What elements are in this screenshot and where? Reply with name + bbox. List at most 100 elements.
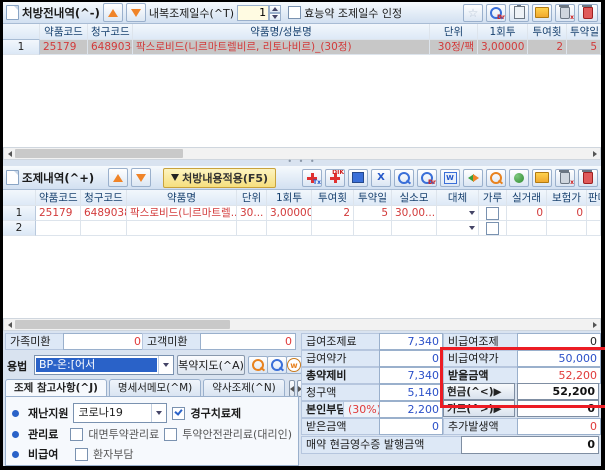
move-up-button[interactable] xyxy=(103,3,123,22)
scroll-left-icon[interactable] xyxy=(4,149,15,158)
tab-dispense-notes[interactable]: 조제 참고사항(^J) xyxy=(5,379,107,397)
search-add-button[interactable] xyxy=(394,169,414,187)
oral-treatment-label: 경구치료제 xyxy=(190,405,241,421)
face-to-face-checkbox[interactable] xyxy=(70,428,83,441)
delete-all-button[interactable] xyxy=(578,169,598,187)
col-times: 투여횟 xyxy=(528,24,567,40)
w-circle-icon: w xyxy=(287,358,301,372)
drug-search-button[interactable]: Dr xyxy=(486,4,506,22)
substitute-dropdown-icon[interactable] xyxy=(469,226,475,230)
claim-amount-label: 청구액 xyxy=(301,384,387,401)
card-button[interactable]: 카드(^>)▶ xyxy=(443,400,515,417)
tab-statement-memo[interactable]: 명세서메모(^M) xyxy=(109,379,201,397)
trash-icon xyxy=(560,7,570,19)
medication-guide-button[interactable]: 복약지도(^A) xyxy=(177,355,245,375)
customer-unpaid-label: 고객미환 xyxy=(142,333,204,350)
clipboard-icon xyxy=(514,6,525,19)
usage-search-w-button[interactable] xyxy=(267,356,287,374)
trash-all-icon xyxy=(583,172,593,184)
splitter-handle[interactable]: • • • xyxy=(3,159,601,166)
dispense-hscrollbar[interactable] xyxy=(3,318,601,331)
dropdown-chevron-icon xyxy=(151,404,166,422)
window-button[interactable]: W xyxy=(440,169,460,187)
swap-button[interactable] xyxy=(463,169,483,187)
dose-days-stepper[interactable] xyxy=(237,5,281,21)
tab-pharmacist-dispense[interactable]: 약사조제(^N) xyxy=(203,379,285,397)
usage-combobox[interactable]: BP-온:[어서 xyxy=(34,355,174,375)
powder-checkbox[interactable] xyxy=(486,222,499,235)
document-icon xyxy=(6,170,19,185)
dispense-row[interactable]: 1 25179 648903860 팍스로비드(니르마트렐... 30... 3… xyxy=(3,206,601,221)
scroll-right-icon[interactable] xyxy=(589,149,600,158)
oral-treatment-checkbox[interactable] xyxy=(172,407,185,420)
dispense-table: 약품코드 청구코드 약품명 단위 1회투 투여횟 투약일 실소모 대체 가루 실… xyxy=(3,189,601,319)
col-sale-price: 판마 xyxy=(587,190,601,206)
col-dose: 1회투 xyxy=(267,190,312,206)
search-doc-button[interactable] xyxy=(486,169,506,187)
col-times: 투여횟 xyxy=(312,190,354,206)
col-dose: 1회투 xyxy=(478,24,528,40)
usage-label: 용법 xyxy=(7,358,27,374)
prescription-title: 처방전내역(^-) xyxy=(22,5,100,21)
drug-search-button[interactable]: Dr xyxy=(417,169,437,187)
cell-drug-name: 팍스로비드(니르마트렐비르, 리토나비르)_(30정) xyxy=(133,40,430,55)
cash-button[interactable]: 현금(^<)▶ xyxy=(443,383,515,400)
scroll-left-icon[interactable] xyxy=(4,320,15,329)
dispense-row-empty[interactable]: 2 xyxy=(3,221,601,236)
dispense-title: 조제내역(^+) xyxy=(22,170,94,186)
copy-button[interactable] xyxy=(509,4,529,22)
delete-row-button[interactable]: x xyxy=(555,169,575,187)
substitute-dropdown-icon[interactable] xyxy=(469,211,475,215)
book-icon xyxy=(535,172,549,183)
family-unpaid-value: 0 xyxy=(63,333,145,350)
building-icon xyxy=(352,172,364,183)
family-unpaid-label: 가족미환 xyxy=(5,333,67,350)
efficacy-days-checkbox[interactable] xyxy=(288,6,301,19)
word-button[interactable]: w xyxy=(286,356,302,374)
star-icon: ☆ xyxy=(468,7,479,19)
cell-insurance-price: 0 xyxy=(547,206,587,221)
drug-info-button[interactable] xyxy=(509,169,529,187)
noncovered-drug-price-value: 50,000 xyxy=(517,350,601,367)
col-days: 투약일 xyxy=(567,24,601,40)
usage-search-button[interactable] xyxy=(248,356,268,374)
nonpay-label: 비급여 xyxy=(28,446,70,462)
cash-receipt-input[interactable]: 0 xyxy=(461,436,599,454)
claim-amount-value: 5,140 xyxy=(379,384,443,401)
disaster-combobox[interactable]: 코로나19 xyxy=(73,403,167,423)
dose-days-input[interactable] xyxy=(237,5,269,21)
noncovered-dispense-value: 0 xyxy=(517,333,601,350)
reference-button[interactable] xyxy=(532,169,552,187)
cut-button[interactable]: X xyxy=(371,169,391,187)
add-drug-button[interactable]: Tx xyxy=(302,169,322,187)
pharmacy-button[interactable] xyxy=(348,169,368,187)
delete-row-button[interactable]: x xyxy=(555,4,575,22)
received-amount-value: 0 xyxy=(379,418,443,435)
app-window: 처방전내역(^-) 내복조제일수(^T) 효능약 조제일수 인정 ☆ Dr x … xyxy=(0,0,605,470)
patient-pay-checkbox[interactable] xyxy=(75,448,88,461)
safety-mgmt-checkbox[interactable] xyxy=(164,428,177,441)
search-doc-icon xyxy=(490,172,502,184)
card-amount-input[interactable]: 0 xyxy=(517,400,599,417)
favorite-button[interactable]: ☆ xyxy=(463,4,483,22)
amount-due-label: 받을금액 xyxy=(443,367,519,384)
powder-checkbox[interactable] xyxy=(486,207,499,220)
col-insurance-price: 보험가 xyxy=(547,190,587,206)
prescription-row[interactable]: 1 25179 648903860 팍스로비드(니르마트렐비르, 리토나비르)_… xyxy=(3,40,601,55)
move-down-button[interactable] xyxy=(131,168,151,187)
move-down-button[interactable] xyxy=(126,3,146,22)
dik-button[interactable]: DIK xyxy=(325,169,345,187)
stepper-up[interactable] xyxy=(269,5,281,13)
move-up-button[interactable] xyxy=(108,168,128,187)
search-icon xyxy=(271,359,283,371)
book-icon xyxy=(535,7,549,18)
apply-prescription-button[interactable]: 처방내용적용(F5) xyxy=(163,168,276,188)
scroll-thumb[interactable] xyxy=(15,149,183,158)
scroll-right-icon[interactable] xyxy=(589,320,600,329)
cash-amount-input[interactable]: 52,200 xyxy=(517,383,599,400)
stepper-down[interactable] xyxy=(269,13,281,21)
reference-button[interactable] xyxy=(532,4,552,22)
delete-all-button[interactable] xyxy=(578,4,598,22)
scroll-thumb[interactable] xyxy=(15,320,230,329)
tab-scroll-left-button[interactable] xyxy=(289,380,295,397)
